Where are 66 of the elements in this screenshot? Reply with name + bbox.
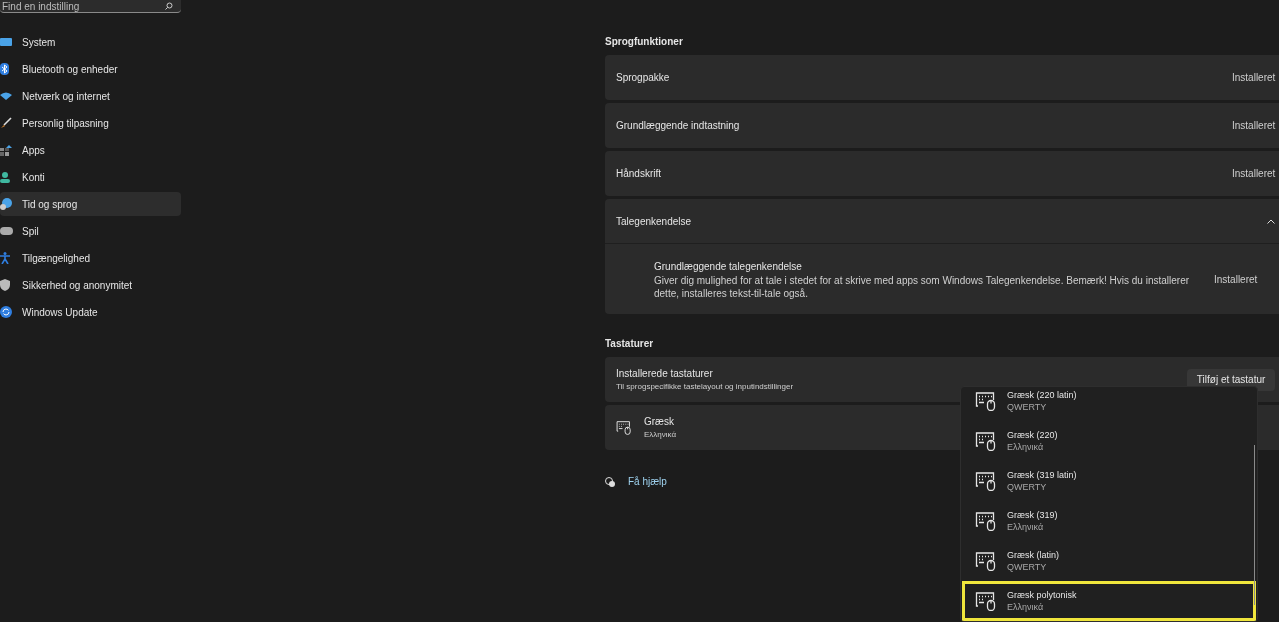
- sidebar-item[interactable]: Spil: [0, 219, 181, 243]
- keyboard-name: Græsk polytonisk: [1007, 589, 1077, 601]
- sidebar-item[interactable]: System: [0, 30, 181, 54]
- section-heading: Sprogfunktioner: [605, 35, 684, 49]
- sidebar-item[interactable]: Tilgængelighed: [0, 246, 181, 270]
- sidebar-item[interactable]: Sikkerhed og anonymitet: [0, 273, 181, 297]
- sidebar-item[interactable]: Tid og sprog: [0, 192, 181, 216]
- setting-description: Til sprogspecifikke tastelayout og inputindstillinger: [616, 381, 794, 393]
- status-text: Installeret: [1232, 167, 1276, 181]
- status-text: Installeret: [1232, 119, 1276, 133]
- keyboard-language: Ελληνικά: [1007, 521, 1045, 533]
- keyboard-icon: [616, 420, 632, 435]
- keyboard-language: QWERTY: [1007, 561, 1048, 573]
- item-description: Giver dig mulighed for at tale i stedet for at skrive med apps som Windows Talegenkendelse. Bemærk! Hvis du installerer dette, installeres tekst-til-tale også.: [654, 273, 1191, 300]
- section-heading: Tastaturer: [605, 337, 655, 351]
- keyboard-name: Græsk (220): [1007, 429, 1058, 441]
- keyboard-icon: [975, 391, 997, 411]
- keyboard-icon: [975, 471, 997, 491]
- dropdown-item[interactable]: Græsk polytonisk Ελληνικά: [962, 581, 1256, 621]
- expander-header[interactable]: Talegenkendelse: [605, 199, 1279, 244]
- keyboard-icon: [975, 591, 997, 611]
- accessibility-icon: [0, 252, 10, 264]
- sidebar-item[interactable]: Windows Update: [0, 300, 181, 324]
- sidebar-item[interactable]: Netværk og internet: [0, 84, 181, 108]
- setting-label: Installerede tastaturer: [616, 367, 714, 381]
- setting-label: Grundlæggende indtastning: [616, 119, 740, 133]
- keyboard-name: Græsk (319): [1007, 509, 1058, 521]
- sidebar-item[interactable]: Bluetooth og enheder: [0, 57, 181, 81]
- setting-label: Talegenkendelse: [616, 214, 692, 229]
- status-text: Installeret: [1214, 272, 1258, 287]
- brush-icon: [0, 117, 12, 129]
- dropdown-item[interactable]: Græsk (latin) QWERTY: [962, 541, 1256, 581]
- keyboard-icon: [975, 551, 997, 571]
- sidebar-item[interactable]: Personlig tilpasning: [0, 111, 181, 135]
- keyboard-icon: [975, 511, 997, 531]
- keyboard-language: QWERTY: [1007, 401, 1048, 413]
- keyboard-language: Ελληνικά: [644, 429, 677, 441]
- keyboard-name: Græsk (319 latin): [1007, 469, 1077, 481]
- bluetooth-icon: [0, 63, 9, 75]
- setting-label: Sprogpakke: [616, 71, 670, 85]
- sidebar-item[interactable]: Apps: [0, 138, 181, 162]
- help-link[interactable]: Få hjælp: [605, 474, 667, 489]
- keyboard-language: Ελληνικά: [1007, 601, 1045, 613]
- update-icon: [0, 306, 12, 318]
- search-icon: [165, 2, 173, 10]
- chevron-icon: [1267, 218, 1276, 224]
- sidebar-item[interactable]: Konti: [0, 165, 181, 189]
- keyboard-name: Græsk (latin): [1007, 549, 1059, 561]
- keyboard-icon: [975, 431, 997, 451]
- wifi-icon: [0, 92, 12, 100]
- person-icon: [0, 171, 10, 183]
- status-text: Installeret: [1232, 71, 1276, 85]
- keyboard-name: Græsk: [644, 415, 675, 429]
- dropdown-item[interactable]: Græsk (220) Ελληνικά: [962, 421, 1256, 461]
- search-field[interactable]: Find en indstilling: [0, 0, 181, 13]
- keyboard-language: Ελληνικά: [1007, 441, 1045, 453]
- apps-icon: [0, 144, 12, 156]
- keyboard-name: Græsk (220 latin): [1007, 389, 1077, 401]
- keyboard-language: QWERTY: [1007, 481, 1048, 493]
- item-title: Grundlæggende talegenkendelse: [654, 259, 803, 274]
- dropdown-item[interactable]: Græsk (319 latin) QWERTY: [962, 461, 1256, 501]
- scrollbar[interactable]: [1254, 445, 1255, 605]
- dropdown-item[interactable]: Græsk (319) Ελληνικά: [962, 501, 1256, 541]
- shield-icon: [0, 279, 10, 291]
- monitor-icon: [0, 37, 12, 47]
- setting-label: Håndskrift: [616, 167, 661, 181]
